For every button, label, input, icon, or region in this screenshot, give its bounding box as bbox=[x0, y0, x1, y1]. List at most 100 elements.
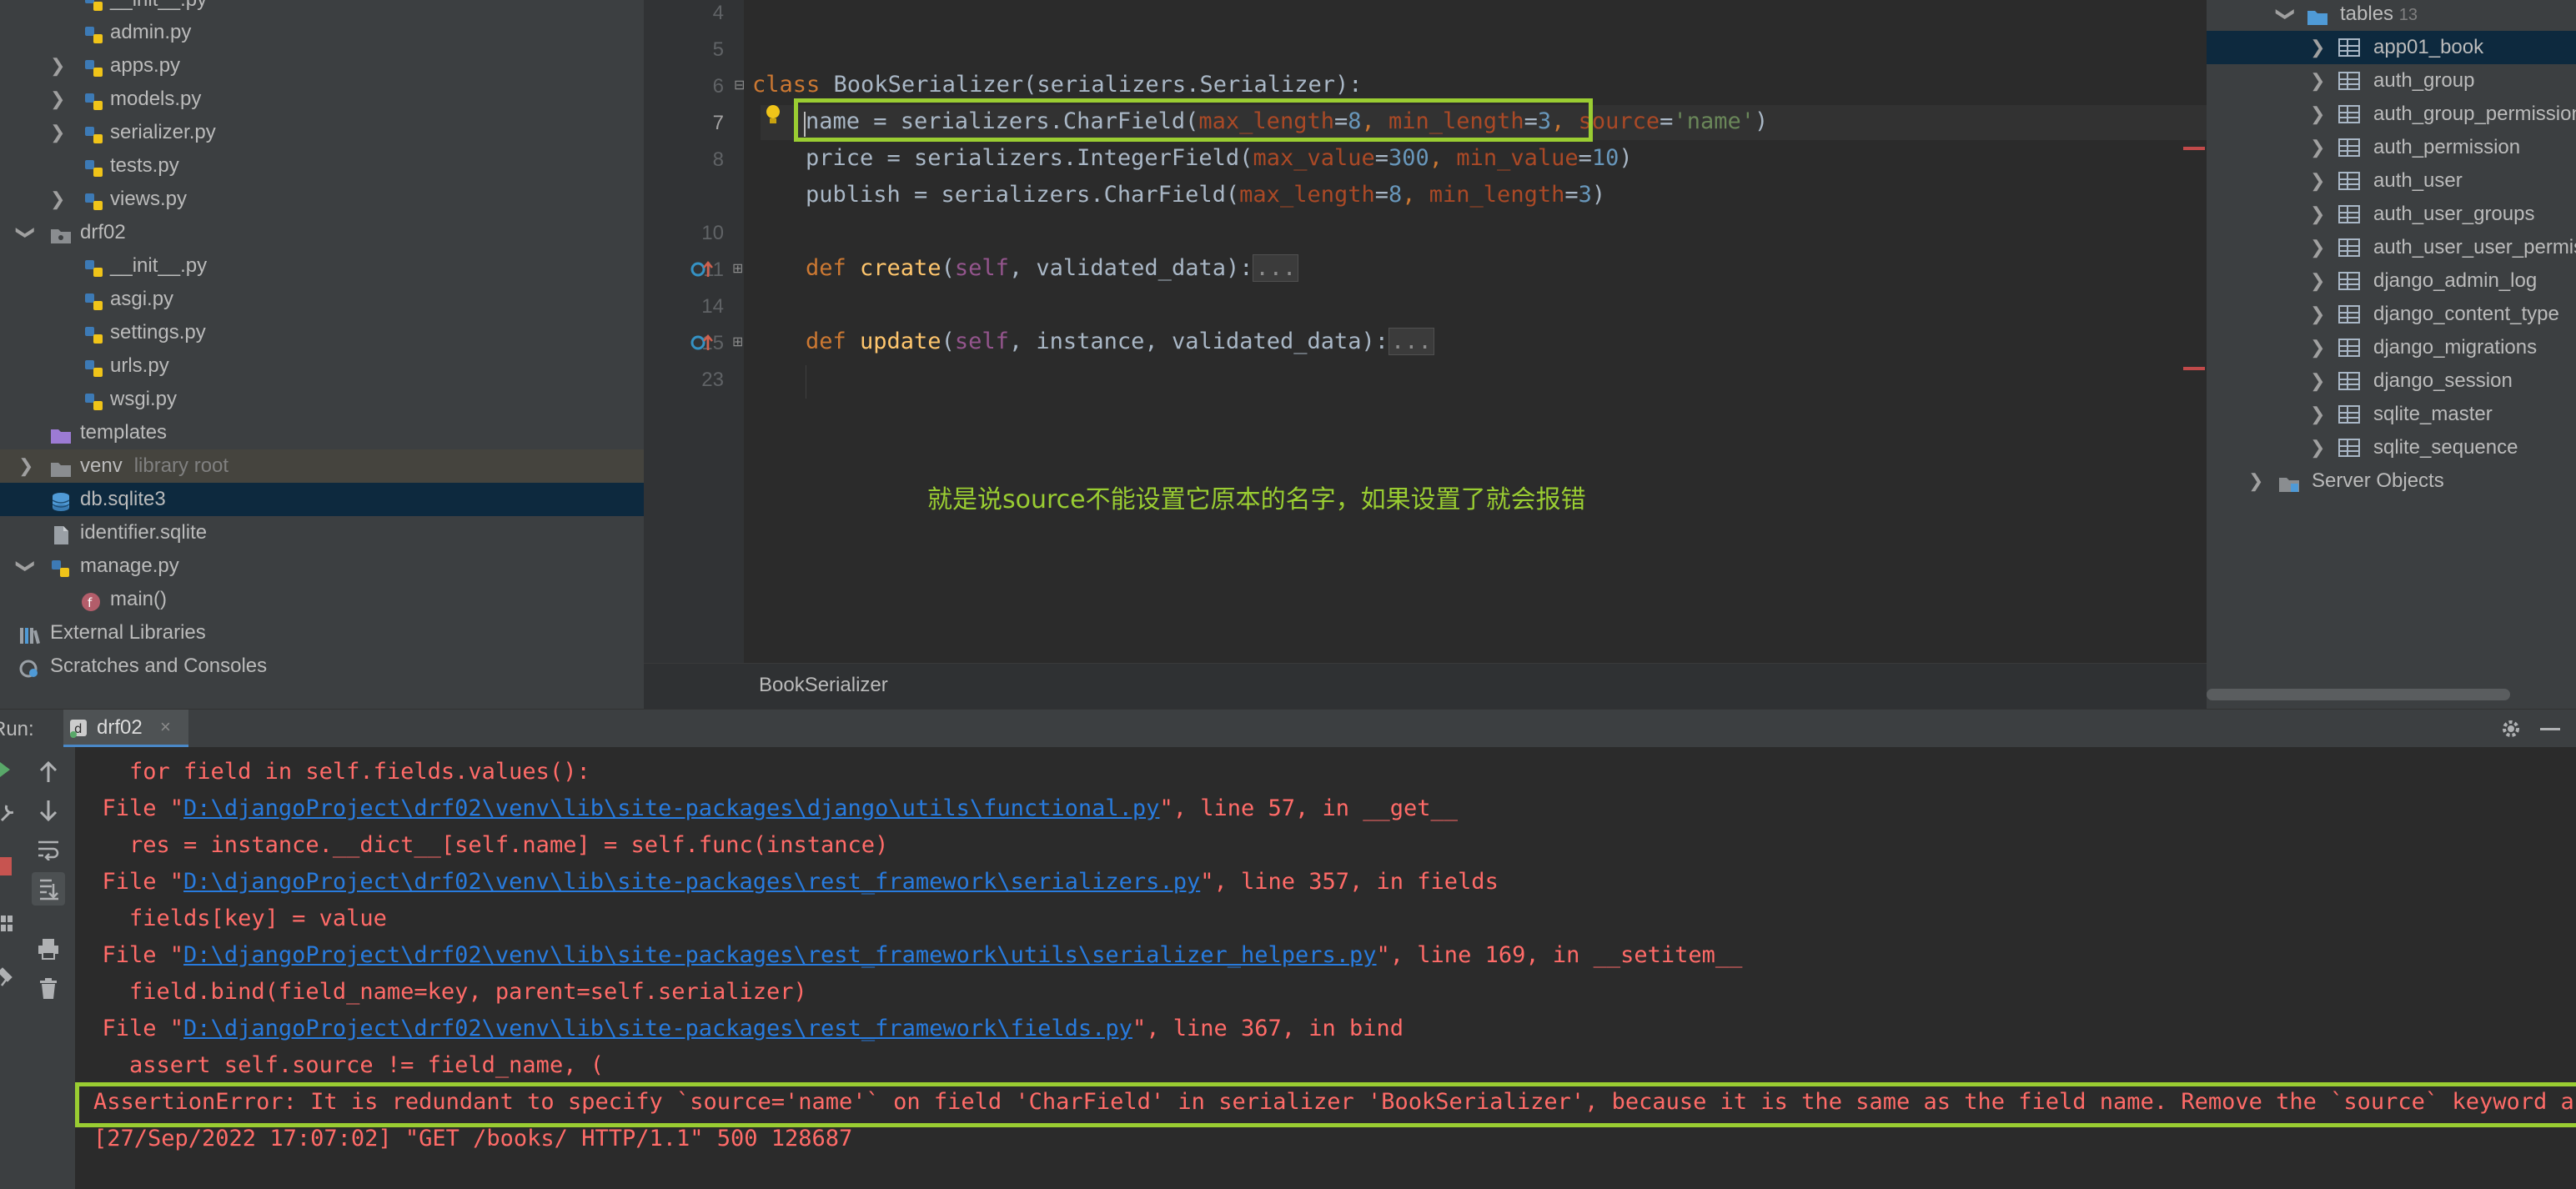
run-toolbar bbox=[0, 747, 75, 1189]
tree-item-serializer-py[interactable]: ❯ serializer.py bbox=[0, 116, 644, 149]
folded-code-placeholder: ... bbox=[1388, 328, 1434, 355]
chevron-right-icon[interactable]: ❯ bbox=[2310, 64, 2325, 98]
stop-icon[interactable] bbox=[0, 857, 12, 875]
chevron-right-icon[interactable]: ❯ bbox=[2310, 31, 2325, 64]
console-file-link[interactable]: D:\djangoProject\drf02\venv\lib\site-pac… bbox=[183, 869, 1200, 895]
python-file-icon bbox=[83, 156, 105, 177]
chevron-right-icon[interactable]: ❯ bbox=[2310, 398, 2325, 431]
chevron-right-icon[interactable]: ❯ bbox=[2310, 98, 2325, 131]
scroll-to-end-toggle[interactable] bbox=[32, 872, 65, 906]
db-table-sqlite-sequence[interactable]: ❯ sqlite_sequence bbox=[2207, 431, 2576, 464]
tree-item-init-py[interactable]: __init__.py bbox=[0, 249, 644, 283]
line-number: 4 bbox=[712, 2, 724, 24]
chevron-down-icon[interactable]: ❯ bbox=[2269, 7, 2302, 22]
console-file-link[interactable]: D:\djangoProject\drf02\venv\lib\site-pac… bbox=[183, 1016, 1132, 1041]
horizontal-scrollbar[interactable] bbox=[2207, 689, 2510, 700]
soft-wrap-icon[interactable] bbox=[37, 837, 60, 860]
tree-item-init-py[interactable]: __init__.py bbox=[0, 0, 644, 17]
error-stripe-mark[interactable] bbox=[2183, 147, 2205, 150]
code-line-10[interactable]: publish = serializers.CharField(max_leng… bbox=[806, 182, 1605, 208]
tree-item-templates-folder[interactable]: templates bbox=[0, 416, 644, 449]
gear-icon[interactable] bbox=[2498, 716, 2523, 741]
code-line-15[interactable]: def update(self, instance, validated_dat… bbox=[806, 328, 1434, 355]
chevron-right-icon[interactable]: ❯ bbox=[50, 116, 65, 149]
tree-item-tables[interactable]: ❯ tables 13 bbox=[2207, 0, 2576, 31]
trash-icon[interactable] bbox=[37, 977, 60, 1001]
tree-item-main-function[interactable]: f main() bbox=[0, 583, 644, 616]
tree-item-settings-py[interactable]: settings.py bbox=[0, 316, 644, 349]
tree-item-venv-folder[interactable]: ❯ venv library root bbox=[0, 449, 644, 483]
tree-item-urls-py[interactable]: urls.py bbox=[0, 349, 644, 383]
lightbulb-icon[interactable] bbox=[764, 103, 782, 128]
chevron-right-icon[interactable]: ❯ bbox=[50, 183, 65, 216]
chevron-right-icon[interactable]: ❯ bbox=[18, 449, 33, 483]
code-line-11[interactable]: def create(self, validated_data):... bbox=[806, 254, 1299, 282]
tree-item-scratches-and-consoles[interactable]: Scratches and Consoles bbox=[0, 650, 644, 683]
db-table-django-session[interactable]: ❯ django_session bbox=[2207, 364, 2576, 398]
db-table-django-migrations[interactable]: ❯ django_migrations bbox=[2207, 331, 2576, 364]
chevron-right-icon[interactable]: ❯ bbox=[2310, 231, 2325, 264]
db-table-auth-permission[interactable]: ❯ auth_permission bbox=[2207, 131, 2576, 164]
db-table-auth-user-user-permissions[interactable]: ❯auth_user_user_permissions bbox=[2207, 231, 2576, 264]
rerun-icon[interactable] bbox=[0, 759, 12, 780]
db-table-auth-group[interactable]: ❯ auth_group bbox=[2207, 64, 2576, 98]
code-editor[interactable]: 4 5 6 7 8 10 11 14 15 23 ⊟ ⊞ ⊞ class Boo… bbox=[644, 0, 2207, 709]
tree-item-db-sqlite3[interactable]: db.sqlite3 bbox=[0, 483, 644, 516]
tree-item-drf02-folder[interactable]: ❯ drf02 bbox=[0, 216, 644, 249]
override-method-icon[interactable] bbox=[690, 332, 714, 354]
db-table-auth-user[interactable]: ❯ auth_user bbox=[2207, 164, 2576, 198]
console-file-link[interactable]: D:\djangoProject\drf02\venv\lib\site-pac… bbox=[183, 795, 1159, 821]
pin-icon[interactable] bbox=[0, 967, 13, 989]
error-stripe-mark[interactable] bbox=[2183, 367, 2205, 370]
tree-item-wsgi-py[interactable]: wsgi.py bbox=[0, 383, 644, 416]
tree-item-tests-py[interactable]: tests.py bbox=[0, 149, 644, 183]
chevron-down-icon[interactable]: ❯ bbox=[9, 225, 43, 240]
override-method-icon[interactable] bbox=[690, 258, 714, 280]
tree-item-models-py[interactable]: ❯ models.py bbox=[0, 83, 644, 116]
db-table-auth-group-permissions[interactable]: ❯ auth_group_permissions bbox=[2207, 98, 2576, 131]
print-icon[interactable] bbox=[37, 937, 60, 961]
db-table-django-content-type[interactable]: ❯ django_content_type bbox=[2207, 298, 2576, 331]
close-tab-icon[interactable]: × bbox=[160, 716, 171, 738]
arrow-up-icon[interactable] bbox=[37, 760, 60, 784]
db-table-auth-user-groups[interactable]: ❯ auth_user_groups bbox=[2207, 198, 2576, 231]
tree-item-admin-py[interactable]: admin.py bbox=[0, 16, 644, 49]
chevron-right-icon[interactable]: ❯ bbox=[2310, 264, 2325, 298]
chevron-right-icon[interactable]: ❯ bbox=[2248, 464, 2263, 498]
chevron-down-icon[interactable]: ❯ bbox=[9, 559, 43, 574]
chevron-right-icon[interactable]: ❯ bbox=[2310, 331, 2325, 364]
layout-icon[interactable] bbox=[0, 914, 13, 936]
chevron-right-icon[interactable]: ❯ bbox=[50, 49, 65, 83]
minimize-icon[interactable] bbox=[2540, 728, 2560, 730]
wrench-icon[interactable] bbox=[0, 802, 13, 824]
fold-marker-icon[interactable]: ⊟ bbox=[734, 77, 745, 93]
tree-item-views-py[interactable]: ❯ views.py bbox=[0, 183, 644, 216]
console-file-link[interactable]: D:\djangoProject\drf02\venv\lib\site-pac… bbox=[183, 942, 1376, 968]
db-table-app01-book[interactable]: ❯ app01_book bbox=[2207, 31, 2576, 64]
chevron-right-icon[interactable]: ❯ bbox=[2310, 164, 2325, 198]
code-line-6[interactable]: class BookSerializer(serializers.Seriali… bbox=[752, 72, 1363, 98]
chevron-right-icon[interactable]: ❯ bbox=[50, 83, 65, 116]
table-icon bbox=[2338, 105, 2360, 123]
tree-item-manage-py[interactable]: ❯ manage.py bbox=[0, 549, 644, 583]
run-console-output[interactable]: for field in self.fields.values(): File … bbox=[75, 747, 2576, 1189]
chevron-right-icon[interactable]: ❯ bbox=[2310, 298, 2325, 331]
arrow-down-icon[interactable] bbox=[37, 799, 60, 822]
python-file-icon bbox=[83, 389, 105, 410]
chevron-right-icon[interactable]: ❯ bbox=[2310, 198, 2325, 231]
chevron-right-icon[interactable]: ❯ bbox=[2310, 364, 2325, 398]
chevron-right-icon[interactable]: ❯ bbox=[2310, 131, 2325, 164]
editor-breadcrumb[interactable]: BookSerializer bbox=[644, 663, 2207, 709]
tab-drf02[interactable]: d drf02 × bbox=[63, 710, 188, 748]
tree-item-asgi-py[interactable]: asgi.py bbox=[0, 283, 644, 316]
fold-marker-icon[interactable]: ⊞ bbox=[732, 334, 743, 350]
code-line-8[interactable]: price = serializers.IntegerField(max_val… bbox=[806, 145, 1633, 171]
db-table-django-admin-log[interactable]: ❯ django_admin_log bbox=[2207, 264, 2576, 298]
tree-item-server-objects[interactable]: ❯ Server Objects bbox=[2207, 464, 2576, 498]
db-table-sqlite-master[interactable]: ❯ sqlite_master bbox=[2207, 398, 2576, 431]
fold-marker-icon[interactable]: ⊞ bbox=[732, 260, 743, 277]
tree-item-external-libraries[interactable]: External Libraries bbox=[0, 616, 644, 650]
tree-item-apps-py[interactable]: ❯ apps.py bbox=[0, 49, 644, 83]
chevron-right-icon[interactable]: ❯ bbox=[2310, 431, 2325, 464]
tree-item-identifier-sqlite[interactable]: identifier.sqlite bbox=[0, 516, 644, 549]
